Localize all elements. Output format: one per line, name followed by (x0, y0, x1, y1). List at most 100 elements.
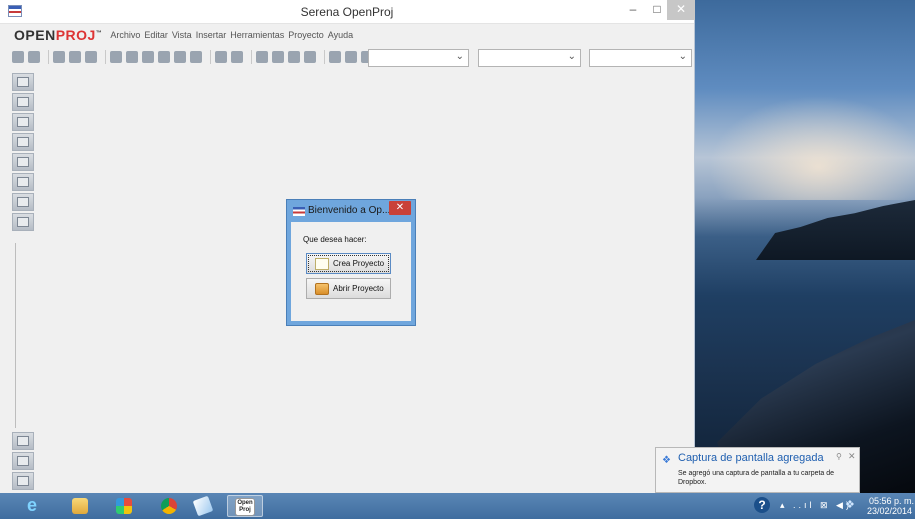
link-icon[interactable] (215, 51, 227, 63)
menu-archivo[interactable]: Archivo (110, 30, 140, 40)
report-glyph (17, 177, 29, 187)
logo-tm: ™ (95, 30, 103, 37)
sort-combo[interactable]: ⌄ (478, 49, 581, 67)
charts-glyph (17, 456, 29, 466)
toolbar-separator (251, 50, 252, 64)
charts-icon[interactable] (12, 452, 34, 470)
resources-view-icon[interactable] (12, 113, 34, 131)
notification-close-icon[interactable]: ✕ (848, 451, 856, 462)
copy-icon[interactable] (126, 51, 138, 63)
internet-explorer-icon: e (27, 495, 38, 515)
internet-explorer-taskbar-button[interactable]: e (18, 495, 52, 517)
save-icon[interactable] (53, 51, 65, 63)
network-view-icon[interactable] (12, 93, 34, 111)
menu-herramientas[interactable]: Herramientas (230, 30, 284, 40)
task-usage-icon[interactable] (12, 193, 34, 211)
system-tray-icons[interactable]: ▴ ..ıl ⊠ ◀) (780, 500, 852, 511)
resource-usage-icon[interactable] (12, 213, 34, 231)
open-project-button[interactable]: Abrir Proyecto (306, 278, 391, 299)
wallpaper-island (756, 200, 915, 260)
zoom-in-icon[interactable] (329, 51, 341, 63)
pin-icon[interactable]: ⚲ (836, 452, 842, 461)
open-icon[interactable] (28, 51, 40, 63)
rbs-view-icon[interactable] (12, 153, 34, 171)
file-explorer-taskbar-button[interactable] (63, 495, 97, 517)
notification-title: Captura de pantalla agregada (678, 452, 824, 464)
openproj-icon: Open Proj (235, 498, 255, 516)
menu-proyecto[interactable]: Proyecto (288, 30, 324, 40)
new-project-button[interactable]: Crea Proyecto (306, 253, 391, 274)
wbs-view-icon[interactable] (12, 133, 34, 151)
help-icon[interactable]: ? (754, 497, 770, 513)
view-sidebar (12, 73, 38, 491)
gantt-view-icon[interactable] (12, 73, 34, 91)
wallpaper-sunglow (700, 90, 915, 200)
app-taskbar-button[interactable] (107, 495, 141, 517)
print-preview-icon[interactable] (85, 51, 97, 63)
dialog-close-button[interactable]: ✕ (389, 201, 411, 215)
unlink-icon[interactable] (231, 51, 243, 63)
find-icon[interactable] (158, 51, 170, 63)
logo-open-text: OPEN (14, 27, 56, 43)
view-sidebar-bottom (12, 432, 38, 492)
histogram-glyph (17, 436, 29, 446)
dropbox-icon: ❖ (662, 455, 671, 466)
menu-insertar[interactable]: Insertar (196, 30, 227, 40)
sidebar-divider[interactable] (15, 243, 16, 428)
clock-date[interactable]: 23/02/2014 (867, 506, 912, 516)
cut-icon[interactable] (110, 51, 122, 63)
chrome-taskbar-button[interactable] (152, 495, 186, 517)
open-project-label: Abrir Proyecto (333, 284, 384, 293)
network-glyph (17, 97, 29, 107)
paste-icon[interactable] (142, 51, 154, 63)
app-icon-2 (192, 495, 214, 517)
dropbox-tray-icon[interactable]: ❖ (845, 498, 855, 511)
window-title: Serena OpenProj (300, 5, 394, 19)
openproj-taskbar-button[interactable]: Open Proj (227, 495, 263, 517)
print-icon[interactable] (69, 51, 81, 63)
filter-combo[interactable]: ⌄ (368, 49, 469, 67)
assign-resources-icon[interactable] (288, 51, 300, 63)
task-info-icon[interactable] (256, 51, 268, 63)
usage-detail-glyph (17, 476, 29, 486)
menu-vista[interactable]: Vista (172, 30, 192, 40)
file-explorer-icon (72, 498, 88, 514)
toolbar-separator (48, 50, 49, 64)
redo-icon[interactable] (190, 51, 202, 63)
calendar-icon[interactable] (304, 51, 316, 63)
wbs-glyph (17, 137, 29, 147)
undo-icon[interactable] (174, 51, 186, 63)
openproj-logo: OPENPROJ™ (14, 27, 102, 43)
report-view-icon[interactable] (12, 173, 34, 191)
chevron-down-icon: ⌄ (678, 51, 687, 62)
resources-glyph (17, 117, 29, 127)
window-titlebar[interactable]: Serena OpenProj – □ ✕ (0, 0, 695, 24)
menu-ayuda[interactable]: Ayuda (328, 30, 353, 40)
welcome-dialog: Bienvenido a Op... ✕ Que desea hacer: Cr… (286, 199, 416, 326)
toolbar-separator (105, 50, 106, 64)
menu-editar[interactable]: Editar (144, 30, 168, 40)
minimize-button[interactable]: – (620, 0, 646, 20)
group-combo[interactable]: ⌄ (589, 49, 692, 67)
new-icon[interactable] (12, 51, 24, 63)
chevron-down-icon: ⌄ (455, 51, 464, 62)
new-document-icon (315, 257, 329, 270)
close-window-button[interactable]: ✕ (667, 0, 695, 20)
clock-time[interactable]: 05:56 p. m. (869, 496, 914, 506)
toolbar: ⌄ ⌄ ⌄ (0, 46, 694, 68)
usage-detail-icon[interactable] (12, 472, 34, 490)
task-usage-glyph (17, 197, 29, 207)
dropbox-notification[interactable]: ❖ Captura de pantalla agregada ⚲ ✕ Se ag… (655, 447, 860, 499)
zoom-out-icon[interactable] (345, 51, 357, 63)
histogram-icon[interactable] (12, 432, 34, 450)
dialog-titlebar[interactable]: Bienvenido a Op... ✕ (287, 200, 415, 222)
toolbar-separator (324, 50, 325, 64)
logo-proj-text: PROJ (55, 27, 96, 43)
resource-usage-glyph (17, 217, 29, 227)
notes-icon[interactable] (272, 51, 284, 63)
openproj-window: Serena OpenProj – □ ✕ OPENPROJ™ Archivo … (0, 0, 695, 493)
app-taskbar-button-2[interactable] (186, 495, 220, 517)
openproj-app-icon (293, 207, 305, 216)
dialog-question: Que desea hacer: (303, 235, 367, 244)
dialog-body: Que desea hacer: Crea Proyecto Abrir Pro… (291, 222, 411, 321)
